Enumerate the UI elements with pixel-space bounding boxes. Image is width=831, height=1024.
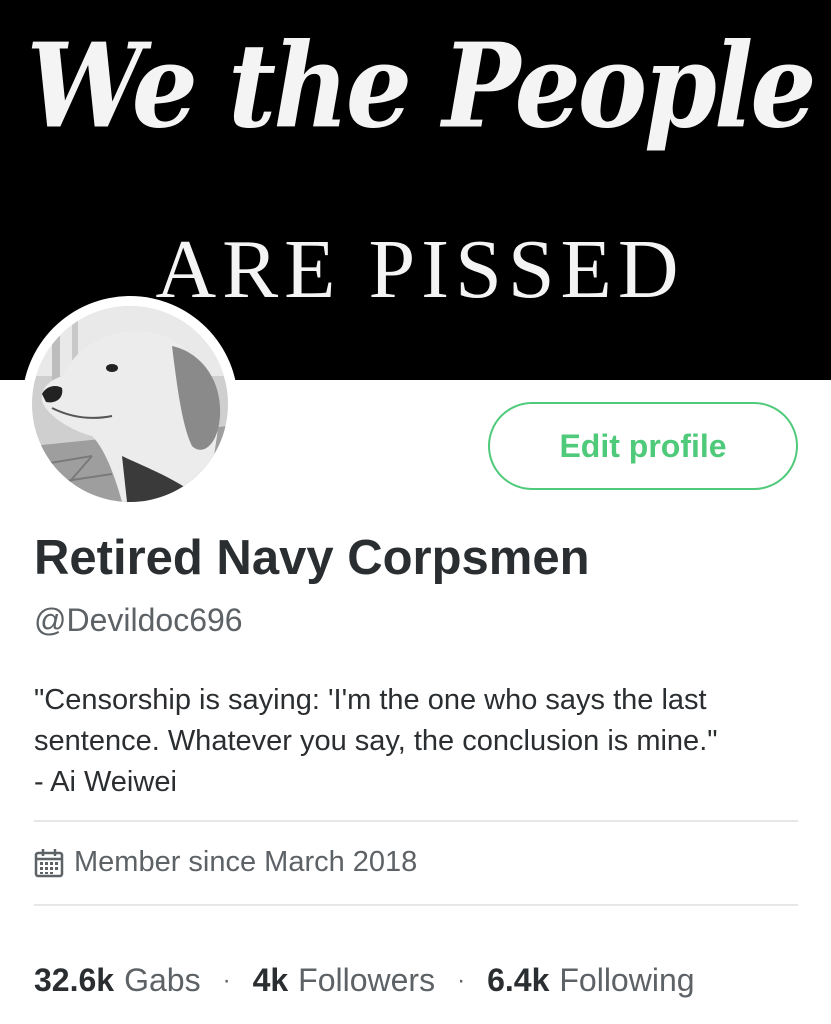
member-since: Member since March 2018 [34,846,417,879]
stat-value: 32.6k [34,962,115,998]
stat-value: 6.4k [487,962,550,998]
avatar[interactable] [22,296,238,512]
profile-stats: 32.6k Gabs · 4k Followers · 6.4k Following [34,962,695,999]
stat-followers[interactable]: 4k Followers [253,962,436,999]
avatar-dog-image [32,306,228,502]
banner-script-text: We the People [26,16,816,155]
stat-gabs[interactable]: 32.6k Gabs [34,962,201,999]
member-since-text: Member since March 2018 [74,846,418,878]
divider [34,820,798,822]
stat-following[interactable]: 6.4k Following [487,962,694,999]
stat-label: Followers [298,962,436,998]
calendar-icon [34,848,64,877]
profile-name: Retired Navy Corpsmen [34,531,590,585]
stat-value: 4k [252,962,289,998]
profile-bio: "Censorship is saying: 'I'm the one who … [34,684,718,798]
edit-profile-button[interactable]: Edit profile [488,402,798,490]
profile-handle: @Devildoc696 [34,602,243,638]
stat-separator: · [222,966,231,994]
stat-label: Gabs [124,962,201,998]
divider [34,904,798,906]
banner-sub-text: ARE PISSED [155,223,685,316]
stat-separator: · [457,966,466,994]
stat-label: Following [559,962,695,998]
